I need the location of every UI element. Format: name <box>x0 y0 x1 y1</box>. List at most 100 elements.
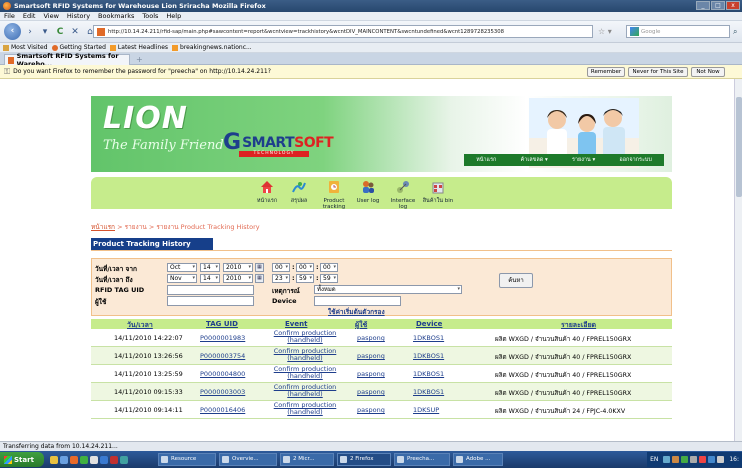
tray-icon[interactable] <box>717 456 725 463</box>
row-device-link[interactable]: 1DKBOS1 <box>413 388 444 396</box>
tag-uid-input[interactable] <box>167 285 254 295</box>
row-user-link[interactable]: paspong <box>357 352 385 360</box>
from-hour-select[interactable]: 00 ▾ <box>272 263 290 272</box>
to-year-select[interactable]: 2010 ▾ <box>223 274 253 283</box>
to-minute-select[interactable]: 59 ▾ <box>296 274 314 283</box>
nav-products-in-bin[interactable]: สินค้าใน bin <box>418 179 458 204</box>
event-select[interactable]: ทั้งหมด ▾ <box>314 285 462 294</box>
quick-launch-icon[interactable] <box>120 455 128 464</box>
row-tag-link[interactable]: P0000004800 <box>200 370 245 378</box>
menu-bookmarks[interactable]: Bookmarks <box>98 12 134 20</box>
forward-button[interactable]: › <box>24 27 36 37</box>
quick-launch-icon[interactable] <box>60 455 68 464</box>
nav-interface-log[interactable]: Interface log <box>383 179 423 210</box>
menu-tools[interactable]: Tools <box>142 12 158 20</box>
nav-user-log[interactable]: User log <box>348 179 388 204</box>
row-device-link[interactable]: 1DKBOS1 <box>413 334 444 342</box>
bookmark-getting-started[interactable]: Getting Started <box>51 44 106 51</box>
row-event-link[interactable]: Confirm production (handheld) <box>265 348 345 362</box>
back-button[interactable]: ‹ <box>4 23 21 40</box>
top-menu-home[interactable]: หน้าแรก <box>476 156 496 164</box>
scrollbar-thumb[interactable] <box>736 97 742 197</box>
to-hour-select[interactable]: 23 ▾ <box>272 274 290 283</box>
search-input[interactable]: Google <box>626 25 730 38</box>
top-menu-logout[interactable]: ออกจากระบบ <box>619 156 651 164</box>
quick-launch-icon[interactable] <box>100 455 108 464</box>
new-tab-button[interactable]: + <box>136 55 143 64</box>
row-tag-link[interactable]: P0000016406 <box>200 406 245 414</box>
url-bar[interactable]: http://10.14.24.211/rfid-sap/main.php#sa… <box>93 25 593 38</box>
to-month-select[interactable]: Nov ▾ <box>167 274 197 283</box>
menu-view[interactable]: View <box>43 12 58 20</box>
col-event[interactable]: Event <box>285 320 307 328</box>
page-scrollbar[interactable] <box>734 79 742 441</box>
device-input[interactable] <box>314 296 401 306</box>
maximize-button[interactable]: □ <box>711 1 725 10</box>
from-minute-select[interactable]: 00 ▾ <box>296 263 314 272</box>
taskbar-preecha[interactable]: Preecha... <box>394 453 450 466</box>
tray-icon[interactable] <box>708 456 716 463</box>
close-button[interactable]: x <box>726 1 740 10</box>
row-device-link[interactable]: 1DKBOS1 <box>413 352 444 360</box>
row-tag-link[interactable]: P0000001983 <box>200 334 245 342</box>
menu-help[interactable]: Help <box>166 12 181 20</box>
tray-icon[interactable] <box>672 456 680 463</box>
menu-edit[interactable]: Edit <box>23 12 36 20</box>
quick-launch-icon[interactable] <box>90 455 98 464</box>
to-day-select[interactable]: 14 ▾ <box>200 274 220 283</box>
minimize-button[interactable]: _ <box>696 1 710 10</box>
bookmark-most-visited[interactable]: Most Visited <box>3 44 48 51</box>
row-device-link[interactable]: 1DKBOS1 <box>413 370 444 378</box>
taskbar-firefox[interactable]: 2 Firefox <box>337 453 391 466</box>
quick-launch-icon[interactable] <box>70 455 78 464</box>
from-year-select[interactable]: 2010 ▾ <box>223 263 253 272</box>
row-user-link[interactable]: paspong <box>357 388 385 396</box>
top-menu-search[interactable]: ค้าเลขลด ▾ <box>521 156 548 164</box>
start-button[interactable]: Start <box>0 452 44 467</box>
search-go-icon[interactable]: ⌕ <box>733 27 737 37</box>
taskbar-resource[interactable]: Resource <box>158 453 216 466</box>
row-user-link[interactable]: paspong <box>357 334 385 342</box>
top-menu-reports[interactable]: รายงาน ▾ <box>572 156 595 164</box>
search-button[interactable]: ค้นหา <box>499 273 533 288</box>
row-event-link[interactable]: Confirm production (handheld) <box>265 384 345 398</box>
row-tag-link[interactable]: P0000003754 <box>200 352 245 360</box>
breadcrumb-home-link[interactable]: หน้าแรก <box>91 223 115 231</box>
to-calendar-icon[interactable]: ▦ <box>255 274 264 283</box>
menu-history[interactable]: History <box>67 12 90 20</box>
taskbar-adobe[interactable]: Adobe ... <box>453 453 503 466</box>
col-tag-uid[interactable]: TAG UID <box>206 320 238 328</box>
tray-icon[interactable] <box>690 456 698 463</box>
row-tag-link[interactable]: P0000003003 <box>200 388 245 396</box>
from-day-select[interactable]: 14 ▾ <box>200 263 220 272</box>
bookmark-breakingnews[interactable]: breakingnews.nationc... <box>172 44 252 51</box>
from-month-select[interactable]: Oct ▾ <box>167 263 197 272</box>
never-for-site-button[interactable]: Never for This Site <box>628 67 688 77</box>
from-calendar-icon[interactable]: ▦ <box>255 263 264 272</box>
tray-icon[interactable] <box>699 456 707 463</box>
reload-icon[interactable]: C <box>54 27 66 37</box>
row-event-link[interactable]: Confirm production (handheld) <box>265 330 345 344</box>
row-user-link[interactable]: paspong <box>357 406 385 414</box>
tray-icon[interactable] <box>663 456 671 463</box>
bookmark-star-icon[interactable]: ☆ ▾ <box>598 27 612 36</box>
row-user-link[interactable]: paspong <box>357 370 385 378</box>
user-input[interactable] <box>167 296 254 306</box>
row-event-link[interactable]: Confirm production (handheld) <box>265 402 345 416</box>
col-device[interactable]: Device <box>416 320 442 328</box>
not-now-button[interactable]: Not Now <box>691 67 725 77</box>
row-device-link[interactable]: 1DKSUP <box>413 406 439 414</box>
tray-icon[interactable] <box>681 456 689 463</box>
reset-filter-link[interactable]: ใช้ค่าเริ่มต้นตัวกรอง <box>328 307 385 317</box>
history-dropdown-icon[interactable]: ▾ <box>39 27 51 37</box>
quick-launch-icon[interactable] <box>110 455 118 464</box>
bookmark-latest-headlines[interactable]: Latest Headlines <box>109 44 168 51</box>
language-indicator[interactable]: EN <box>650 456 658 463</box>
from-second-select[interactable]: 00 ▾ <box>320 263 338 272</box>
menu-file[interactable]: File <box>4 12 15 20</box>
stop-icon[interactable]: ✕ <box>69 27 81 37</box>
remember-button[interactable]: Remember <box>587 67 625 77</box>
quick-launch-icon[interactable] <box>80 455 88 464</box>
tab-smartsoft[interactable]: Smartsoft RFID Systems for Wareho... <box>4 52 130 68</box>
taskbar-overview[interactable]: Overvie... <box>219 453 277 466</box>
